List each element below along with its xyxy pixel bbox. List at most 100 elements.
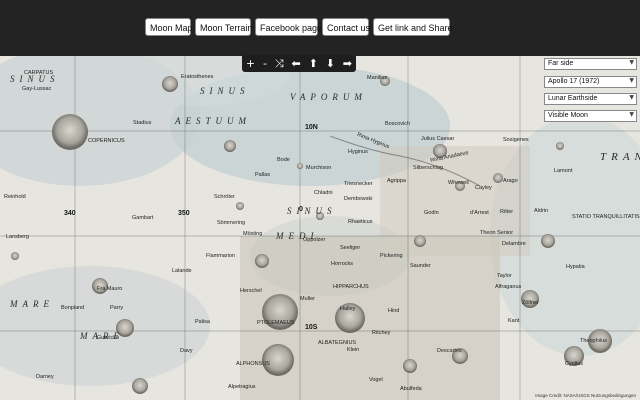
feature-label: Murchison: [306, 165, 332, 171]
side-select[interactable]: Far side ▼: [544, 58, 637, 70]
feature-label: Vogel: [369, 377, 383, 383]
moon-terrain-button[interactable]: Moon Terrain: [195, 18, 252, 36]
feature-label: Godin: [424, 210, 439, 216]
image-credit: Image Credit: NASA/USGS Nutzungsbedingun…: [535, 393, 636, 398]
facebook-page-button[interactable]: Facebook page: [255, 18, 322, 36]
feature-label: Muller: [300, 296, 315, 302]
feature-label: Klein: [347, 347, 360, 353]
moon-map-view[interactable]: SINUS SINUS AESTUUM VAPORUM SINUS MEDI M…: [0, 56, 640, 400]
grid-label: 10S: [305, 324, 318, 331]
feature-label: Gambart: [132, 215, 154, 221]
feature-label: Theophilus: [580, 338, 607, 344]
feature-label: Descartes: [437, 348, 462, 354]
feature-label: Darney: [36, 374, 54, 380]
feature-label: HIPPARCHUS: [333, 284, 369, 290]
grid-label: 0: [299, 206, 303, 213]
feature-label: Flammarion: [206, 253, 236, 259]
feature-label: Abulfeda: [400, 386, 422, 392]
feature-label: Arago: [503, 178, 518, 184]
shuffle-icon[interactable]: ⤨: [275, 55, 284, 72]
arrow-down-icon[interactable]: ⬇: [326, 55, 335, 72]
chevron-down-icon: ▼: [629, 59, 634, 66]
feature-label: Herschel: [240, 288, 262, 294]
feature-label: Cyrillus: [565, 361, 584, 367]
mission-select-value: Apollo 17 (1972): [548, 78, 600, 85]
feature-label: Horrocks: [331, 261, 354, 267]
layer-select-value: Visible Moon: [548, 112, 588, 119]
feature-label: Agrippa: [387, 178, 406, 184]
chevron-down-icon: ▼: [629, 77, 634, 84]
feature-label: Ritter: [500, 209, 514, 215]
side-select-value: Far side: [548, 60, 574, 67]
feature-label: d'Arrest: [470, 210, 489, 216]
zoom-out-icon[interactable]: -: [263, 55, 267, 72]
feature-label: Rhaeticus: [348, 219, 373, 225]
region-label: VAPORUM: [290, 92, 367, 102]
region-label: AESTUUM: [175, 116, 251, 126]
feature-label: Alfraganus: [495, 284, 522, 290]
feature-label: Lansberg: [6, 234, 29, 240]
region-label: SINUS: [287, 206, 337, 216]
top-navigation-bar: Moon Map Moon Terrain Facebook page Cont…: [0, 0, 640, 56]
moon-map-button[interactable]: Moon Map: [145, 18, 193, 36]
feature-label: Halley: [340, 306, 356, 312]
feature-label: Oppolzer: [303, 237, 326, 243]
feature-label: ALBATEGNIUS: [318, 340, 357, 346]
feature-label: Manilius: [367, 75, 388, 81]
get-link-share-button[interactable]: Get link and Share: [373, 18, 453, 36]
chevron-down-icon: ▼: [629, 94, 634, 101]
moon-surface-image: [0, 56, 640, 400]
feature-label: Hind: [388, 308, 400, 314]
feature-label: Theon Senior: [480, 230, 514, 236]
feature-label: Schröter: [214, 194, 235, 200]
feature-label: Whewell: [448, 180, 469, 186]
feature-label: Triesnecker: [344, 181, 373, 187]
feature-label: Hypatia: [566, 264, 585, 270]
feature-label: Mösting: [243, 231, 263, 237]
feature-label: Delambre: [502, 241, 526, 247]
feature-label: Eratosthenes: [181, 74, 214, 80]
arrow-left-icon[interactable]: ⬅: [292, 55, 301, 72]
feature-label: ALPHONSUS: [236, 361, 270, 367]
chevron-down-icon: ▼: [629, 111, 634, 118]
feature-label: Gay-Lussac: [22, 86, 52, 92]
feature-label: Bonpland: [61, 305, 85, 311]
mission-select[interactable]: Apollo 17 (1972) ▼: [544, 76, 637, 88]
feature-label: Bode: [277, 157, 290, 163]
feature-label: Dembowski: [344, 196, 373, 202]
feature-label: Kant: [508, 318, 520, 324]
feature-label: Alpetragius: [228, 384, 256, 390]
arrow-right-icon[interactable]: ➡: [343, 55, 352, 72]
feature-label: Pallas: [255, 172, 270, 178]
arrow-up-icon[interactable]: ⬆: [309, 55, 318, 72]
feature-label: CARPATUS: [24, 70, 54, 76]
feature-label: Guericke: [97, 335, 120, 341]
contact-us-button[interactable]: Contact us: [322, 18, 370, 36]
feature-label: Sosigenes: [503, 137, 529, 143]
region-label: MARE: [10, 299, 54, 309]
feature-label: Aldrin: [534, 208, 549, 214]
feature-label: Reinhold: [4, 194, 26, 200]
view-select[interactable]: Lunar Earthside ▼: [544, 93, 637, 105]
feature-label: Stadius: [133, 120, 152, 126]
feature-label: Ritchey: [372, 330, 391, 336]
feature-label: Lalande: [172, 268, 192, 274]
zoom-in-icon[interactable]: +: [246, 55, 255, 72]
feature-label: Davy: [180, 348, 193, 354]
feature-label: Cayley: [475, 185, 492, 191]
grid-label: 350: [178, 210, 190, 217]
feature-label: Saunder: [410, 263, 431, 269]
region-label: SINUS: [200, 86, 250, 96]
feature-label: Sömmering: [217, 220, 246, 226]
grid-label: 10N: [305, 124, 318, 131]
feature-label: STATIO TRANQUILLITATIS: [572, 214, 640, 220]
feature-label: Seeliger: [340, 245, 361, 251]
feature-label: Silberschlag: [413, 165, 443, 171]
grid-label: 340: [64, 210, 76, 217]
feature-label: PTOLEMAEUS: [257, 320, 295, 326]
layer-select[interactable]: Visible Moon ▼: [544, 110, 637, 122]
feature-label: Fra Mauro: [97, 286, 123, 292]
view-select-value: Lunar Earthside: [548, 95, 598, 102]
feature-label: Boscovich: [385, 121, 411, 127]
feature-label: Julius Caesar: [421, 136, 455, 142]
